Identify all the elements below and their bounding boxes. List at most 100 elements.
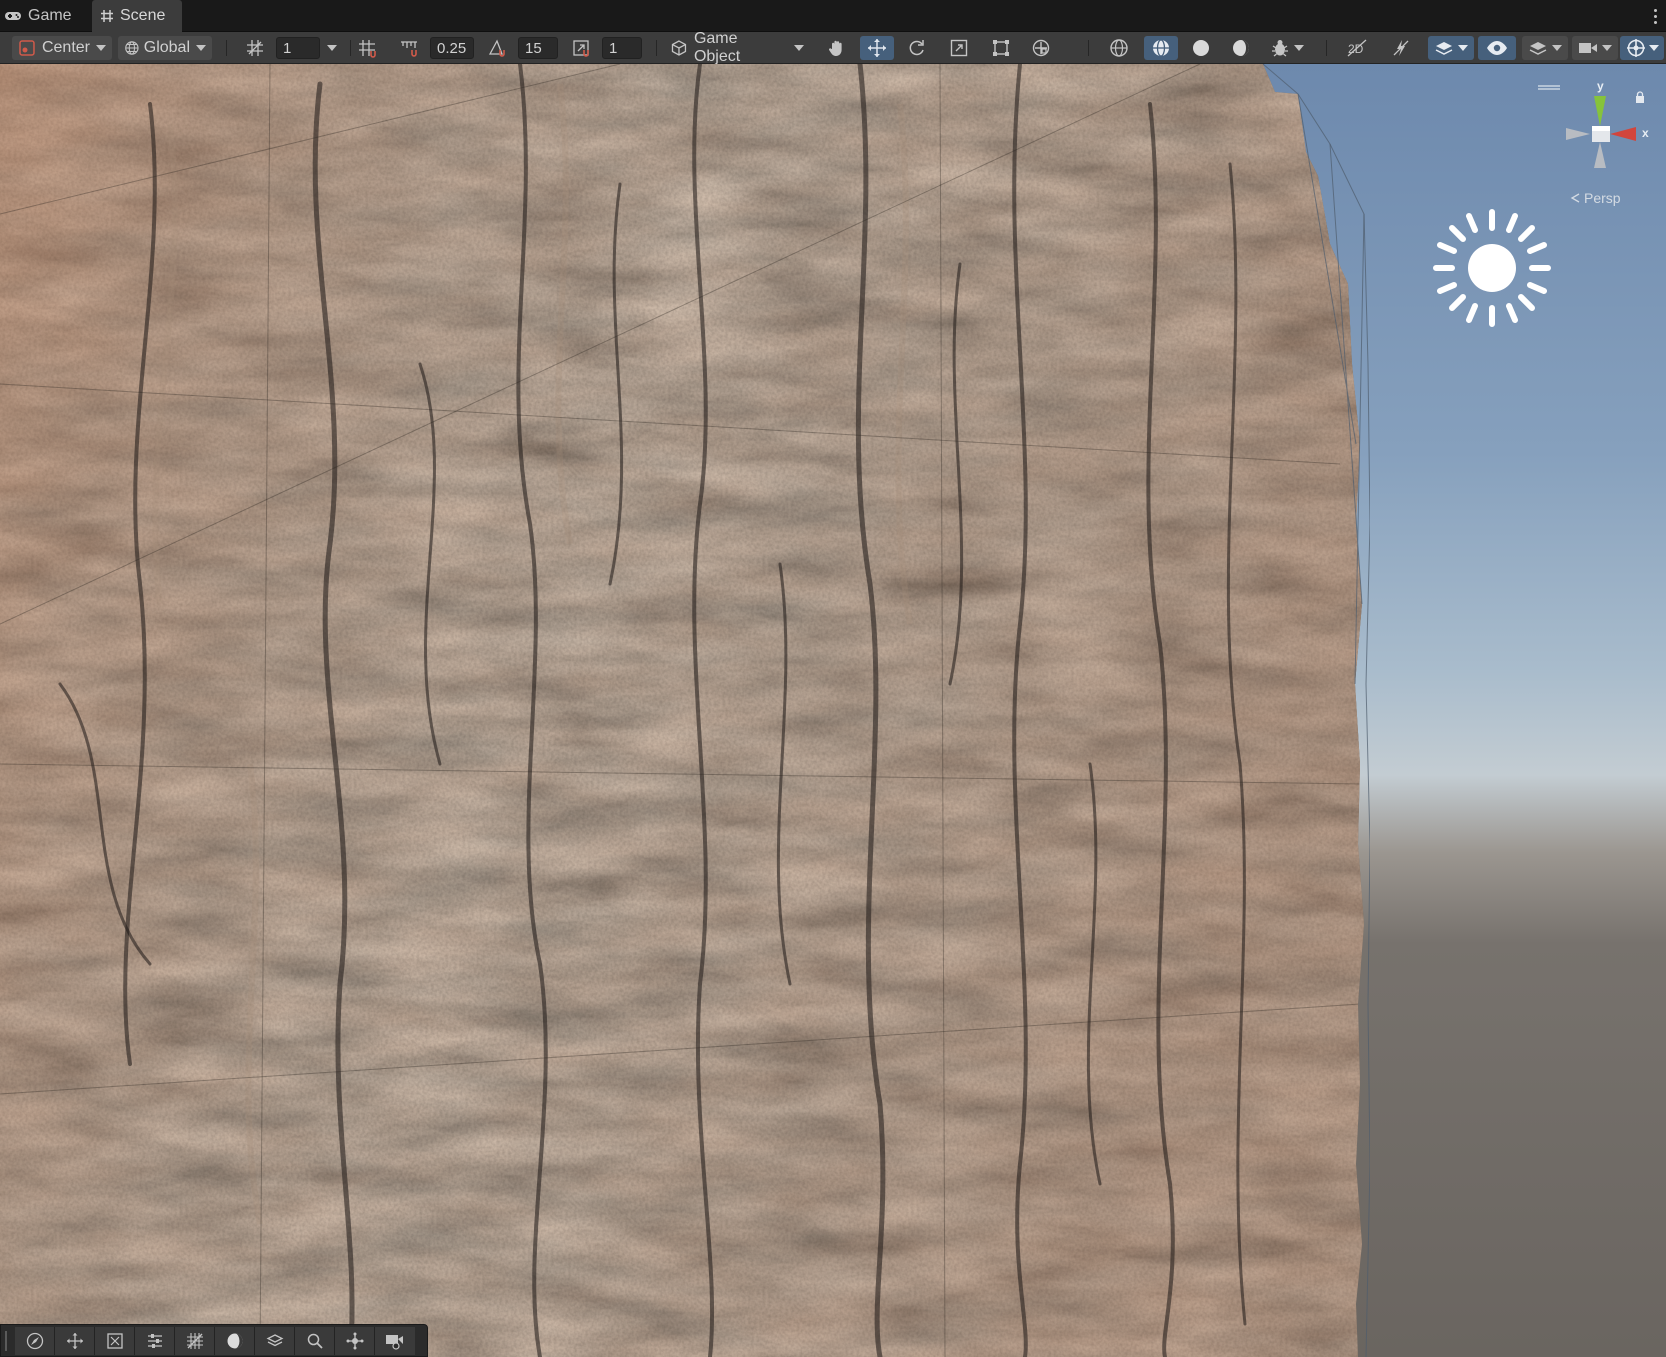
camera-icon [1579,43,1597,53]
overlay-orientation-button[interactable] [15,1326,55,1355]
transform-all-icon [1032,39,1050,57]
overlay-grip[interactable] [5,1331,7,1351]
overlay-layers-button[interactable] [255,1326,295,1355]
overlay-settings-button[interactable] [135,1326,175,1355]
projection-toggle[interactable]: Persp [1569,190,1621,206]
rotation-snap-field-wrap: 15 [518,36,558,60]
scale-snap-field[interactable]: 1 [602,37,642,59]
increment-snap-field[interactable]: 0.25 [430,37,474,59]
tool-context-label: Game Object [693,30,741,65]
search-icon [307,1333,323,1349]
debug-draw-dropdown[interactable] [1264,36,1310,60]
gizmo-icon [1626,39,1645,57]
pivot-icon [19,40,35,56]
separator [1088,40,1089,56]
shading-icon [227,1333,242,1348]
rotate-tool-button[interactable] [900,36,934,60]
pivot-dropdown[interactable]: Center [12,36,112,60]
increment-snap-button[interactable] [394,36,426,60]
space-label: Global [143,39,190,56]
grid-visibility-button[interactable] [240,36,270,60]
rotate-icon [909,40,924,56]
rock-cliff-mesh [0,64,1370,1357]
globe-icon [125,41,139,55]
grid-size-field[interactable]: 1 [276,37,320,59]
layers-icon [266,1333,283,1346]
overlay-camera-button[interactable] [375,1326,415,1355]
tab-bar: Game Scene [0,0,1666,32]
chevron-down-icon [1602,45,1612,51]
overlay-move-button[interactable] [55,1326,95,1355]
scene-viewport[interactable]: y x Persp [0,64,1666,1357]
transform-tool-button[interactable] [1024,36,1058,60]
overlay-search-button[interactable] [295,1326,335,1355]
scale-snap-icon [573,40,589,57]
grid-size-dropdown[interactable] [322,36,342,60]
camera-icon [386,1334,403,1350]
layers-icon [1529,42,1547,55]
chevron-down-icon [1458,45,1468,51]
scale-snap-field-wrap: 1 [602,36,642,60]
overlay-snap-button[interactable] [335,1326,375,1355]
axis-x-label: x [1642,126,1649,140]
chevron-down-icon [1294,45,1304,51]
tab-game[interactable]: Game [0,0,88,32]
tab-scene[interactable]: Scene [92,0,182,32]
rotation-snap-button[interactable] [482,36,514,60]
grid-snap-icon [359,40,376,58]
chevron-down-icon [96,45,106,51]
more-options-icon[interactable] [1650,6,1660,26]
wireframe-mode-button[interactable] [1102,36,1136,60]
layers-dropdown[interactable] [1522,36,1568,60]
shaded-sphere-icon [1193,40,1209,56]
tool-context-dropdown[interactable]: Game Object [664,30,810,65]
chevron-down-icon [794,45,804,51]
move-tool-button[interactable] [860,36,894,60]
camera-settings-dropdown[interactable] [1572,36,1618,60]
eye-icon [1487,41,1507,55]
increment-snap-field-wrap: 0.25 [430,36,474,60]
scene-toolbar: Center Global 1 0.25 15 1 Game Object [0,30,1666,65]
grid-icon [186,1332,203,1349]
rotation-snap-icon [488,39,505,57]
effects-layers-icon [1435,42,1453,55]
projection-label: Persp [1584,190,1621,206]
bug-icon [1272,40,1288,57]
scale-icon [950,39,968,57]
orientation-gizmo[interactable]: y x [1556,79,1656,192]
chevron-down-icon [1552,45,1562,51]
scale-tool-button[interactable] [942,36,976,60]
gizmos-dropdown[interactable] [1620,36,1664,60]
scale-snap-button[interactable] [566,36,598,60]
half-sphere-icon [1233,40,1249,56]
cube-icon [671,40,687,56]
lighting-toggle-button[interactable] [1384,36,1418,60]
overlay-shading-button[interactable] [215,1326,255,1355]
rotation-snap-field[interactable]: 15 [518,37,558,59]
overlay-grid-button[interactable] [175,1326,215,1355]
effects-dropdown[interactable] [1428,36,1474,60]
directional-light-icon[interactable] [1428,204,1556,332]
space-dropdown[interactable]: Global [118,36,212,60]
2d-mode-button[interactable]: 2D [1340,36,1374,60]
unlit-mode-button[interactable] [1224,36,1258,60]
pivot-label: Center [41,39,90,56]
overlay-toolbar [0,1324,428,1357]
move-arrows-icon [868,39,886,57]
view-tool-button[interactable] [820,36,854,60]
shaded-wireframe-icon [1153,39,1169,57]
snap-icon [346,1332,363,1349]
scene-visibility-button[interactable] [1478,36,1516,60]
wireframe-sphere-icon [1110,39,1128,57]
rect-select-icon [106,1332,123,1349]
lighting-off-icon [1393,40,1409,56]
overlay-rect-select-button[interactable] [95,1326,135,1355]
snap-to-grid-button[interactable] [352,36,382,60]
tab-scene-label: Scene [120,7,166,24]
rect-tool-button[interactable] [984,36,1018,60]
shaded-wireframe-button[interactable] [1144,36,1178,60]
move-arrows-icon [66,1332,83,1349]
grid-icon [247,40,263,56]
shaded-mode-button[interactable] [1184,36,1218,60]
separator [350,40,351,56]
